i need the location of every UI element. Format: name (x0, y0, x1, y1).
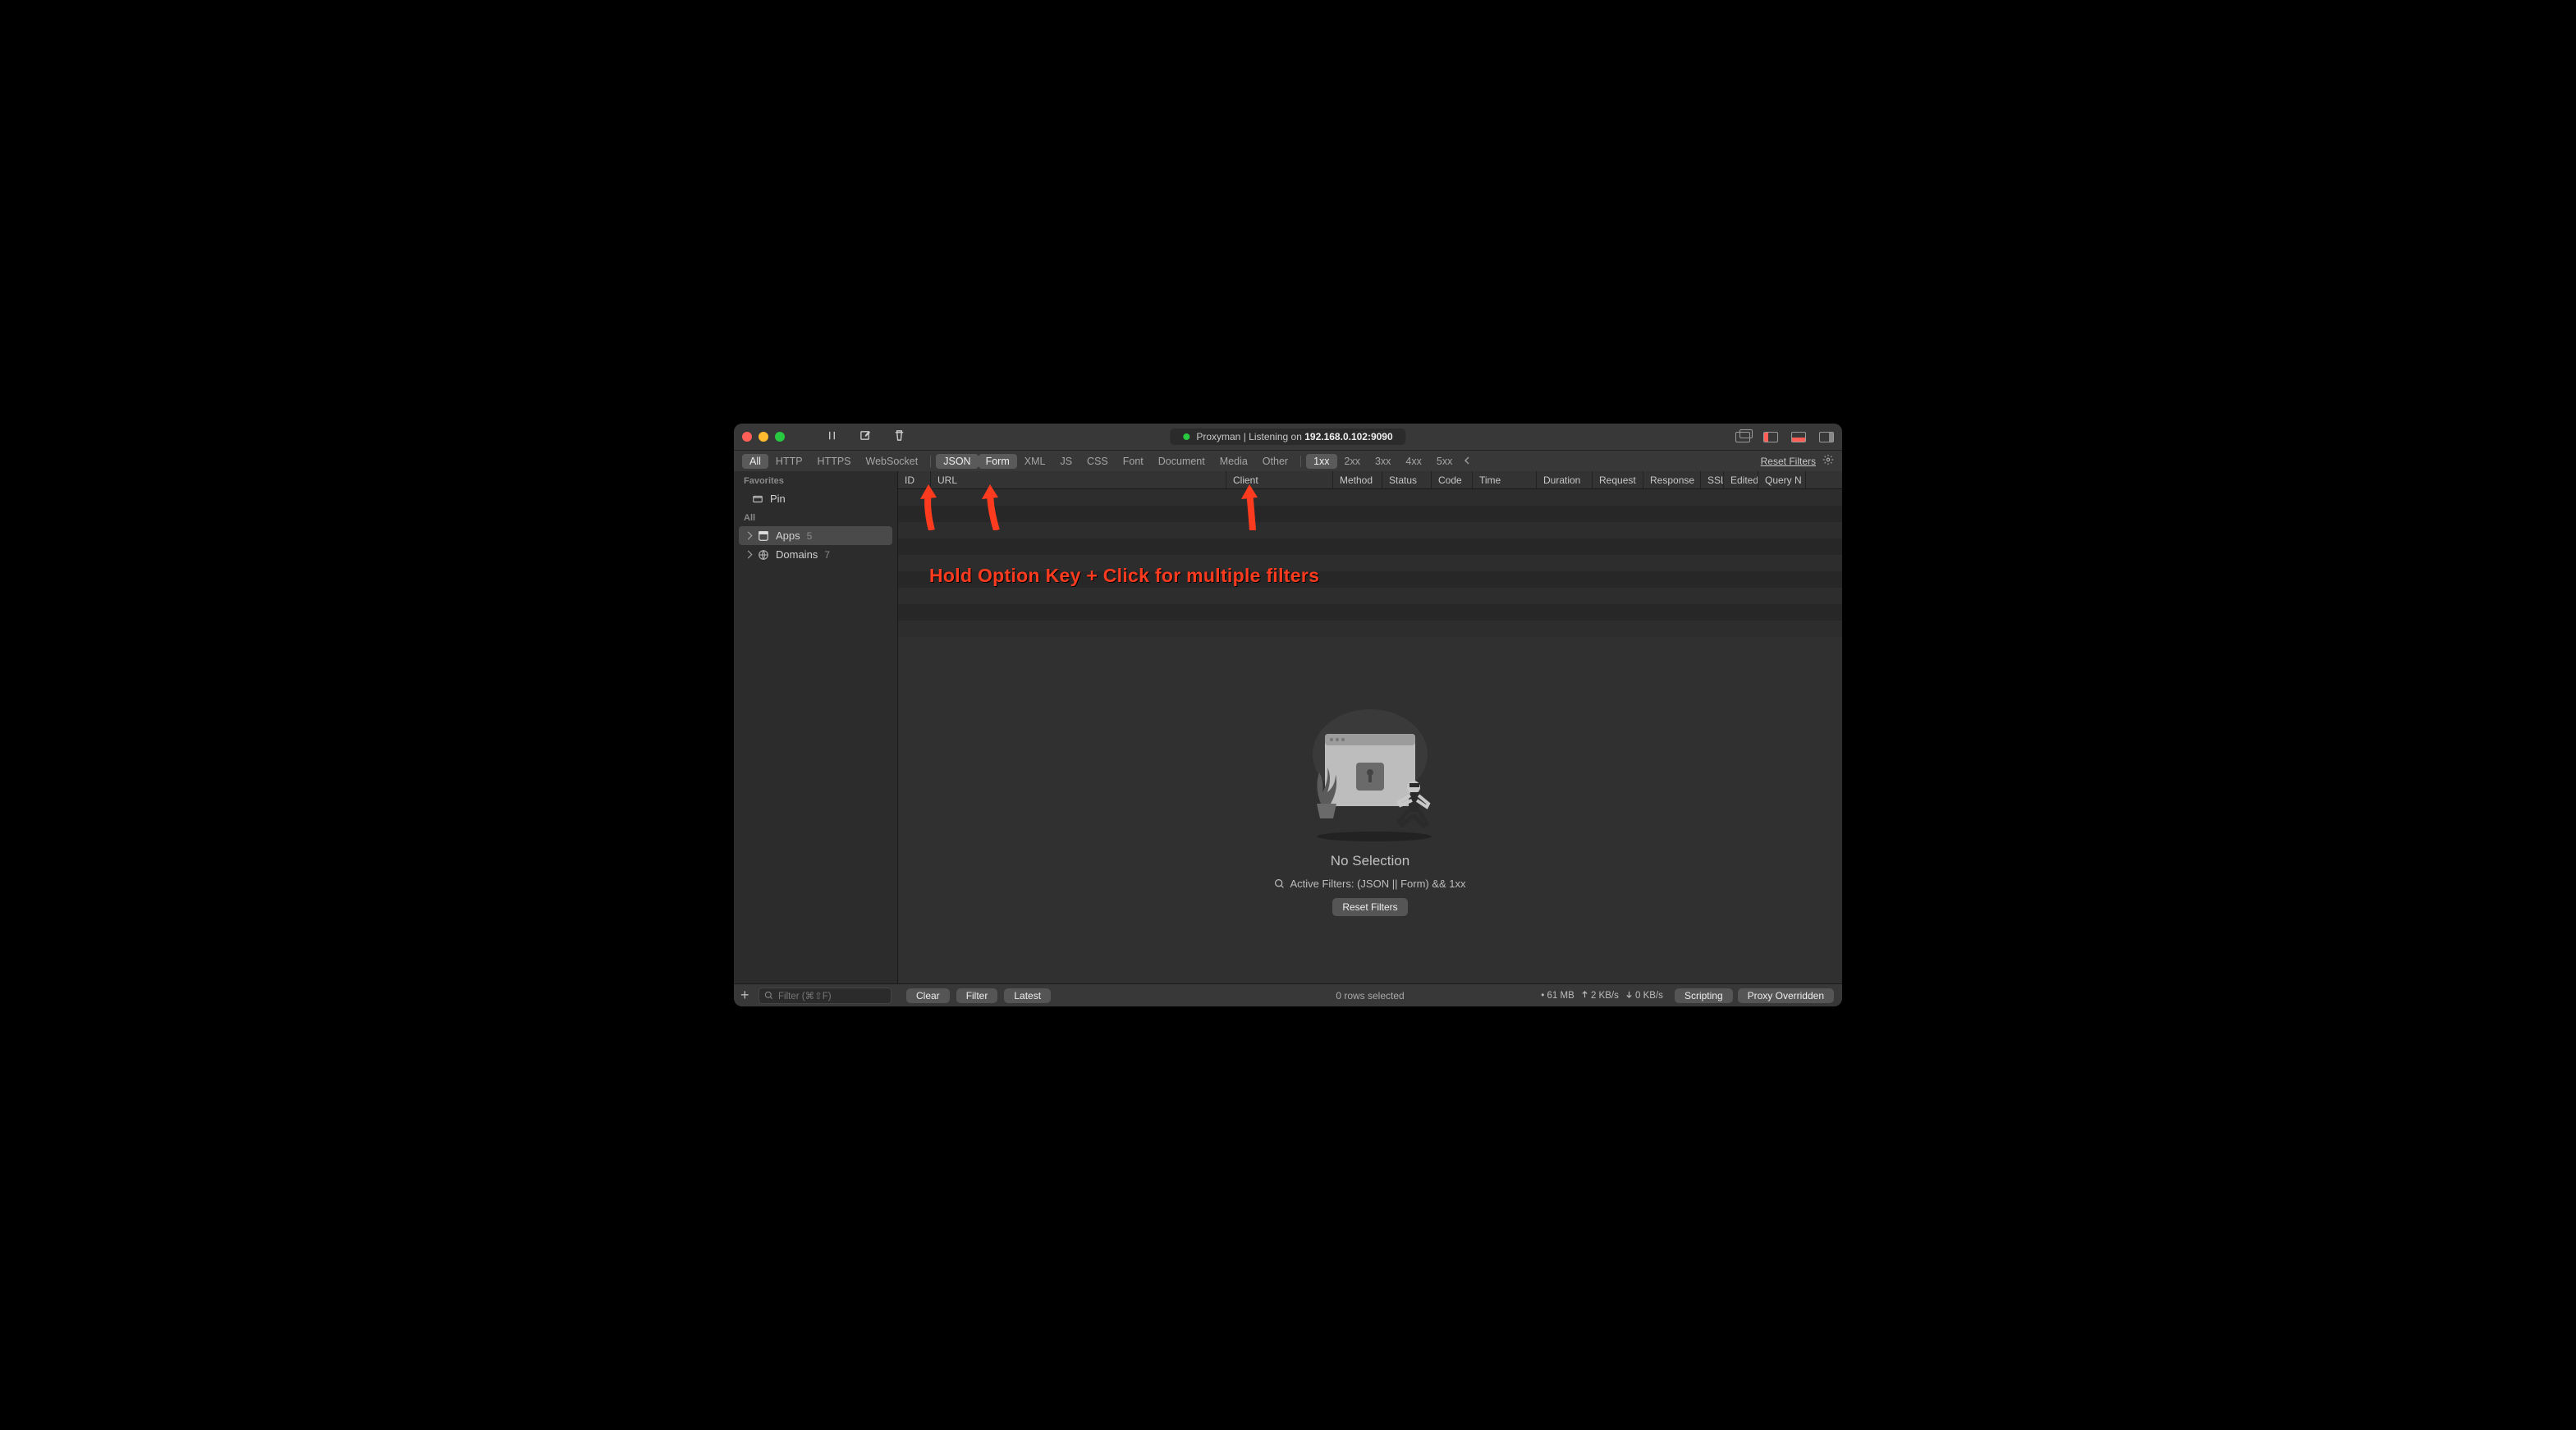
rows-selected-label: 0 rows selected (1336, 990, 1404, 1001)
column-header-time[interactable]: Time (1473, 471, 1537, 488)
status-pill-proxy-overridden[interactable]: Proxy Overridden (1738, 988, 1834, 1003)
table-row[interactable] (898, 621, 1842, 637)
empty-title: No Selection (1331, 853, 1409, 869)
column-header-query-n[interactable]: Query N (1758, 471, 1806, 488)
sidebar-item-label: Apps (776, 529, 800, 542)
sidebar-item-count: 7 (824, 549, 830, 561)
column-header-ssl[interactable]: SSL (1701, 471, 1724, 488)
reset-filters-link[interactable]: Reset Filters (1761, 456, 1816, 467)
status-pill-scripting[interactable]: Scripting (1675, 988, 1733, 1003)
memory-usage: 61 MB (1547, 991, 1574, 1001)
traffic-lights (742, 432, 785, 442)
add-button[interactable]: + (740, 989, 754, 1002)
sidebar-item-domains[interactable]: Domains 7 (734, 545, 897, 564)
table-row[interactable] (898, 489, 1842, 506)
sidebar-item-label: Domains (776, 548, 818, 561)
layout-duplicate-button[interactable] (1735, 432, 1750, 442)
zoom-window-button[interactable] (775, 432, 785, 442)
table-header: IDURLClientMethodStatusCodeTimeDurationR… (898, 471, 1842, 489)
annotation-arrow-icon (979, 484, 1006, 530)
filter-content-xml[interactable]: XML (1017, 454, 1053, 469)
annotation-text: Hold Option Key + Click for multiple fil… (929, 565, 1319, 587)
column-header-edited[interactable]: Edited (1724, 471, 1758, 488)
sidebar-section-all: All (734, 508, 897, 526)
column-header-duration[interactable]: Duration (1537, 471, 1593, 488)
column-header-response[interactable]: Response (1643, 471, 1701, 488)
layout-left-panel-button[interactable] (1763, 432, 1778, 442)
chevron-right-icon (745, 532, 753, 540)
trash-button[interactable] (893, 429, 905, 444)
sidebar-filter-input[interactable]: Filter (⌘⇧F) (759, 988, 892, 1004)
column-header-method[interactable]: Method (1333, 471, 1382, 488)
annotation-arrow-icon (918, 484, 946, 530)
filter-content-document[interactable]: Document (1151, 454, 1212, 469)
sidebar-section-favorites: Favorites (734, 471, 897, 489)
search-placeholder: Filter (⌘⇧F) (778, 990, 832, 1001)
filter-content-other[interactable]: Other (1255, 454, 1295, 469)
chevron-right-icon (745, 551, 753, 559)
reset-filters-button[interactable]: Reset Filters (1332, 898, 1407, 916)
app-window: Proxyman | Listening on 192.168.0.102:90… (734, 424, 1842, 1006)
table-row[interactable] (898, 506, 1842, 522)
filter-content-js[interactable]: JS (1052, 454, 1079, 469)
filter-content-css[interactable]: CSS (1079, 454, 1116, 469)
filter-button[interactable]: Filter (956, 988, 998, 1003)
latest-button[interactable]: Latest (1004, 988, 1051, 1003)
upload-speed: 2 KB/s (1591, 991, 1619, 1001)
annotation-arrow-icon (1236, 484, 1264, 530)
sidebar-item-label: Pin (770, 493, 786, 505)
column-header-request[interactable]: Request (1593, 471, 1643, 488)
pause-capture-button[interactable] (826, 429, 838, 444)
column-header-code[interactable]: Code (1432, 471, 1473, 488)
table-row[interactable] (898, 539, 1842, 555)
sidebar: Favorites Pin All Apps 5 Domains 7 (734, 471, 898, 983)
layout-bottom-panel-button[interactable] (1791, 432, 1806, 442)
footer: + Filter (⌘⇧F) ClearFilterLatest • 61 MB… (734, 983, 1842, 1006)
filter-status-4xx[interactable]: 4xx (1398, 454, 1428, 469)
close-window-button[interactable] (742, 432, 752, 442)
sidebar-item-count: 5 (807, 530, 813, 542)
column-header-status[interactable]: Status (1382, 471, 1432, 488)
search-icon (764, 991, 773, 1000)
filter-content-form[interactable]: Form (979, 454, 1017, 469)
empty-state: No Selection Active Filters: (JSON || Fo… (898, 637, 1842, 983)
minimize-window-button[interactable] (759, 432, 768, 442)
table-row[interactable] (898, 604, 1842, 621)
filter-overflow-button[interactable] (1463, 456, 1471, 467)
filter-content-json[interactable]: JSON (936, 454, 978, 469)
layout-right-panel-button[interactable] (1819, 432, 1834, 442)
filter-status-5xx[interactable]: 5xx (1429, 454, 1460, 469)
sidebar-item-apps[interactable]: Apps 5 (739, 526, 892, 545)
filter-protocol-https[interactable]: HTTPS (810, 454, 859, 469)
content-area: IDURLClientMethodStatusCodeTimeDurationR… (898, 471, 1842, 983)
table-row[interactable] (898, 588, 1842, 604)
status-dot-icon (1183, 433, 1189, 440)
filter-protocol-websocket[interactable]: WebSocket (859, 454, 926, 469)
filter-content-media[interactable]: Media (1212, 454, 1255, 469)
titlebar: Proxyman | Listening on 192.168.0.102:90… (734, 424, 1842, 450)
sidebar-item-pin[interactable]: Pin (734, 489, 897, 508)
table-row[interactable] (898, 522, 1842, 539)
clear-button[interactable]: Clear (906, 988, 950, 1003)
compose-button[interactable] (859, 429, 872, 444)
window-title[interactable]: Proxyman | Listening on 192.168.0.102:90… (1170, 429, 1405, 445)
search-icon (1274, 878, 1285, 889)
empty-subtitle: Active Filters: (JSON || Form) && 1xx (1274, 878, 1465, 890)
filter-protocol-all[interactable]: All (742, 454, 768, 469)
filter-separator (1300, 456, 1301, 467)
download-speed: 0 KB/s (1635, 991, 1663, 1001)
filter-status-1xx[interactable]: 1xx (1306, 454, 1336, 469)
filter-separator (930, 456, 931, 467)
column-header-url[interactable]: URL (931, 471, 1226, 488)
table-body (898, 489, 1842, 637)
filter-protocol-http[interactable]: HTTP (768, 454, 810, 469)
empty-illustration (1292, 705, 1448, 845)
filter-status-2xx[interactable]: 2xx (1337, 454, 1368, 469)
filter-content-font[interactable]: Font (1116, 454, 1151, 469)
filter-bar: AllHTTPHTTPSWebSocket JSONFormXMLJSCSSFo… (734, 450, 1842, 471)
filter-settings-button[interactable] (1822, 454, 1834, 468)
filter-status-3xx[interactable]: 3xx (1368, 454, 1398, 469)
